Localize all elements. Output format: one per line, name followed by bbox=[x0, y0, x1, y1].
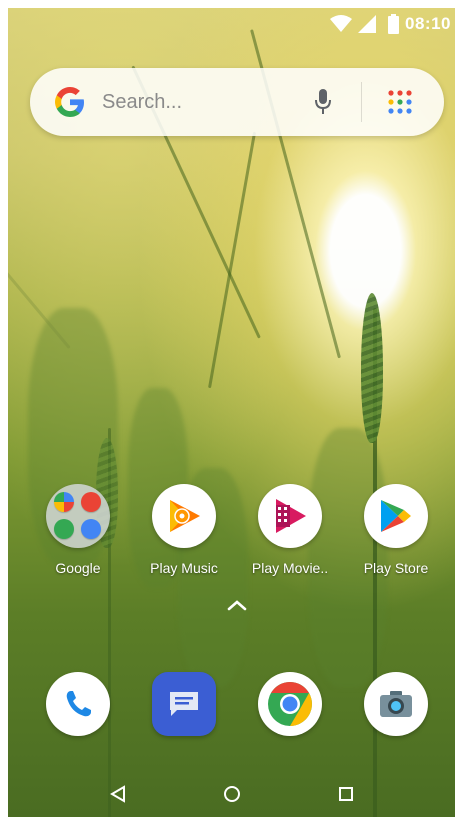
google-search-bar[interactable]: Search... bbox=[30, 68, 444, 136]
status-bar: 08:10 bbox=[8, 8, 455, 40]
battery-icon bbox=[388, 14, 400, 34]
wifi-icon bbox=[330, 15, 353, 33]
back-icon[interactable] bbox=[107, 783, 129, 805]
dock-chrome[interactable] bbox=[240, 672, 340, 736]
google-g-icon bbox=[52, 84, 88, 120]
app-google-folder[interactable]: Google bbox=[28, 484, 128, 576]
app-play-movies[interactable]: Play Movie.. bbox=[240, 484, 340, 576]
camera-icon[interactable] bbox=[364, 672, 428, 736]
search-divider bbox=[361, 82, 362, 122]
app-label: Play Store bbox=[363, 560, 429, 576]
search-placeholder[interactable]: Search... bbox=[102, 91, 303, 114]
play-movies-icon[interactable] bbox=[258, 484, 322, 548]
cell-signal-icon bbox=[358, 15, 377, 33]
recents-icon[interactable] bbox=[335, 783, 357, 805]
app-drawer-icon[interactable] bbox=[380, 82, 420, 122]
play-music-icon[interactable] bbox=[152, 484, 216, 548]
chevron-up-icon[interactable] bbox=[226, 598, 248, 612]
app-label: Play Movie.. bbox=[251, 560, 329, 576]
messages-icon[interactable] bbox=[152, 672, 216, 736]
play-store-icon[interactable] bbox=[364, 484, 428, 548]
home-screen: 08:10 Search... Google Play Music Play M… bbox=[8, 8, 455, 817]
dock-messages[interactable] bbox=[134, 672, 234, 736]
dock-phone[interactable] bbox=[28, 672, 128, 736]
mic-icon[interactable] bbox=[303, 82, 343, 122]
home-icon[interactable] bbox=[221, 783, 243, 805]
status-clock: 08:10 bbox=[405, 14, 451, 33]
chrome-icon[interactable] bbox=[258, 672, 322, 736]
app-label: Play Music bbox=[150, 560, 218, 576]
dock-camera[interactable] bbox=[346, 672, 446, 736]
navigation-bar bbox=[8, 771, 455, 817]
phone-icon[interactable] bbox=[46, 672, 110, 736]
app-play-store[interactable]: Play Store bbox=[346, 484, 446, 576]
google-folder-icon[interactable] bbox=[46, 484, 110, 548]
app-label: Google bbox=[55, 560, 101, 576]
app-play-music[interactable]: Play Music bbox=[134, 484, 234, 576]
